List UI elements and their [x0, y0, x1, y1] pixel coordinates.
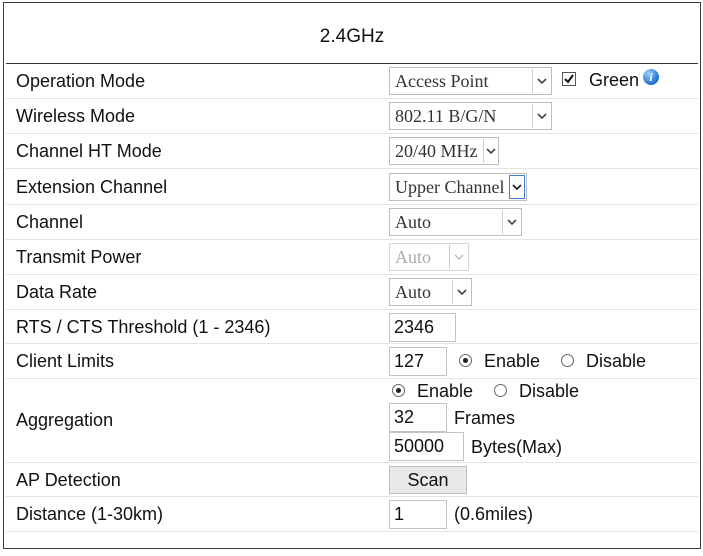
- operation-mode-value: Access Point: [395, 71, 489, 91]
- channel-ht-mode-select[interactable]: 20/40 MHz: [389, 137, 499, 165]
- row-data-rate: Data Rate Auto: [6, 275, 698, 310]
- data-rate-select[interactable]: Auto: [389, 278, 472, 306]
- chevron-down-icon: [449, 245, 467, 269]
- client-limits-label: Client Limits: [16, 351, 115, 371]
- aggregation-label: Aggregation: [16, 410, 114, 430]
- aggregation-disable-radio[interactable]: [494, 384, 507, 397]
- row-rts-cts-threshold: RTS / CTS Threshold (1 - 2346) 2346: [6, 310, 698, 344]
- client-limits-disable-radio[interactable]: [561, 354, 574, 367]
- row-channel-ht-mode: Channel HT Mode 20/40 MHz: [6, 134, 698, 169]
- chevron-down-icon: [502, 210, 520, 234]
- wireless-settings-panel: 2.4GHz Operation Mode Access Point Green…: [3, 2, 701, 549]
- row-ap-detection: AP Detection Scan: [6, 463, 698, 497]
- channel-ht-mode-value: 20/40 MHz: [395, 141, 478, 161]
- client-limits-enable-label: Enable: [484, 351, 541, 371]
- channel-select[interactable]: Auto: [389, 208, 522, 236]
- aggregation-enable-label: Enable: [417, 381, 474, 401]
- extension-channel-label: Extension Channel: [16, 177, 168, 197]
- row-extension-channel: Extension Channel Upper Channel: [6, 169, 698, 205]
- distance-input[interactable]: 1: [389, 500, 447, 529]
- ap-detection-label: AP Detection: [16, 470, 121, 490]
- row-distance: Distance (1-30km) 1 (0.6miles): [6, 497, 698, 532]
- extension-channel-select[interactable]: Upper Channel: [389, 173, 527, 201]
- scan-button[interactable]: Scan: [389, 466, 467, 494]
- operation-mode-label: Operation Mode: [16, 71, 146, 91]
- chevron-down-icon: [532, 69, 550, 93]
- row-channel: Channel Auto: [6, 205, 698, 240]
- rts-cts-input[interactable]: 2346: [389, 313, 456, 342]
- band-title: 2.4GHz: [319, 26, 385, 47]
- aggregation-disable-label: Disable: [519, 381, 580, 401]
- checkmark-icon: [564, 74, 574, 84]
- chevron-down-icon: [509, 175, 525, 199]
- wireless-mode-select[interactable]: 802.11 B/G/N: [389, 102, 552, 130]
- chevron-down-icon: [532, 104, 550, 128]
- aggregation-bytes-input[interactable]: 50000: [389, 432, 464, 461]
- distance-label: Distance (1-30km): [16, 504, 164, 524]
- green-label: Green: [589, 70, 640, 90]
- channel-ht-mode-label: Channel HT Mode: [16, 141, 162, 161]
- transmit-power-value: Auto: [395, 247, 431, 267]
- client-limits-enable-radio[interactable]: [459, 354, 472, 367]
- wireless-mode-value: 802.11 B/G/N: [395, 106, 497, 126]
- row-operation-mode: Operation Mode Access Point Green i: [6, 64, 698, 99]
- data-rate-label: Data Rate: [16, 282, 98, 302]
- extension-channel-value: Upper Channel: [395, 177, 505, 197]
- data-rate-value: Auto: [395, 282, 431, 302]
- channel-value: Auto: [395, 212, 431, 232]
- rts-cts-label: RTS / CTS Threshold (1 - 2346): [16, 317, 271, 337]
- channel-label: Channel: [16, 212, 84, 232]
- aggregation-bytes-unit: Bytes(Max): [471, 437, 563, 457]
- row-aggregation: Aggregation Enable Disable 32 Frames 500…: [6, 379, 698, 463]
- chevron-down-icon: [452, 280, 470, 304]
- aggregation-enable-radio[interactable]: [392, 384, 405, 397]
- green-checkbox[interactable]: [562, 72, 576, 86]
- aggregation-frames-input[interactable]: 32: [389, 403, 447, 432]
- distance-miles: (0.6miles): [454, 504, 534, 524]
- chevron-down-icon: [483, 139, 497, 163]
- row-client-limits: Client Limits 127 Enable Disable: [6, 344, 698, 379]
- operation-mode-select[interactable]: Access Point: [389, 67, 552, 95]
- client-limits-input[interactable]: 127: [389, 347, 447, 376]
- row-wireless-mode: Wireless Mode 802.11 B/G/N: [6, 99, 698, 134]
- wireless-mode-label: Wireless Mode: [16, 106, 136, 126]
- aggregation-frames-unit: Frames: [454, 408, 516, 428]
- client-limits-disable-label: Disable: [586, 351, 647, 371]
- info-icon[interactable]: i: [643, 69, 659, 85]
- row-transmit-power: Transmit Power Auto: [6, 240, 698, 275]
- transmit-power-select: Auto: [389, 243, 469, 271]
- transmit-power-label: Transmit Power: [16, 247, 142, 267]
